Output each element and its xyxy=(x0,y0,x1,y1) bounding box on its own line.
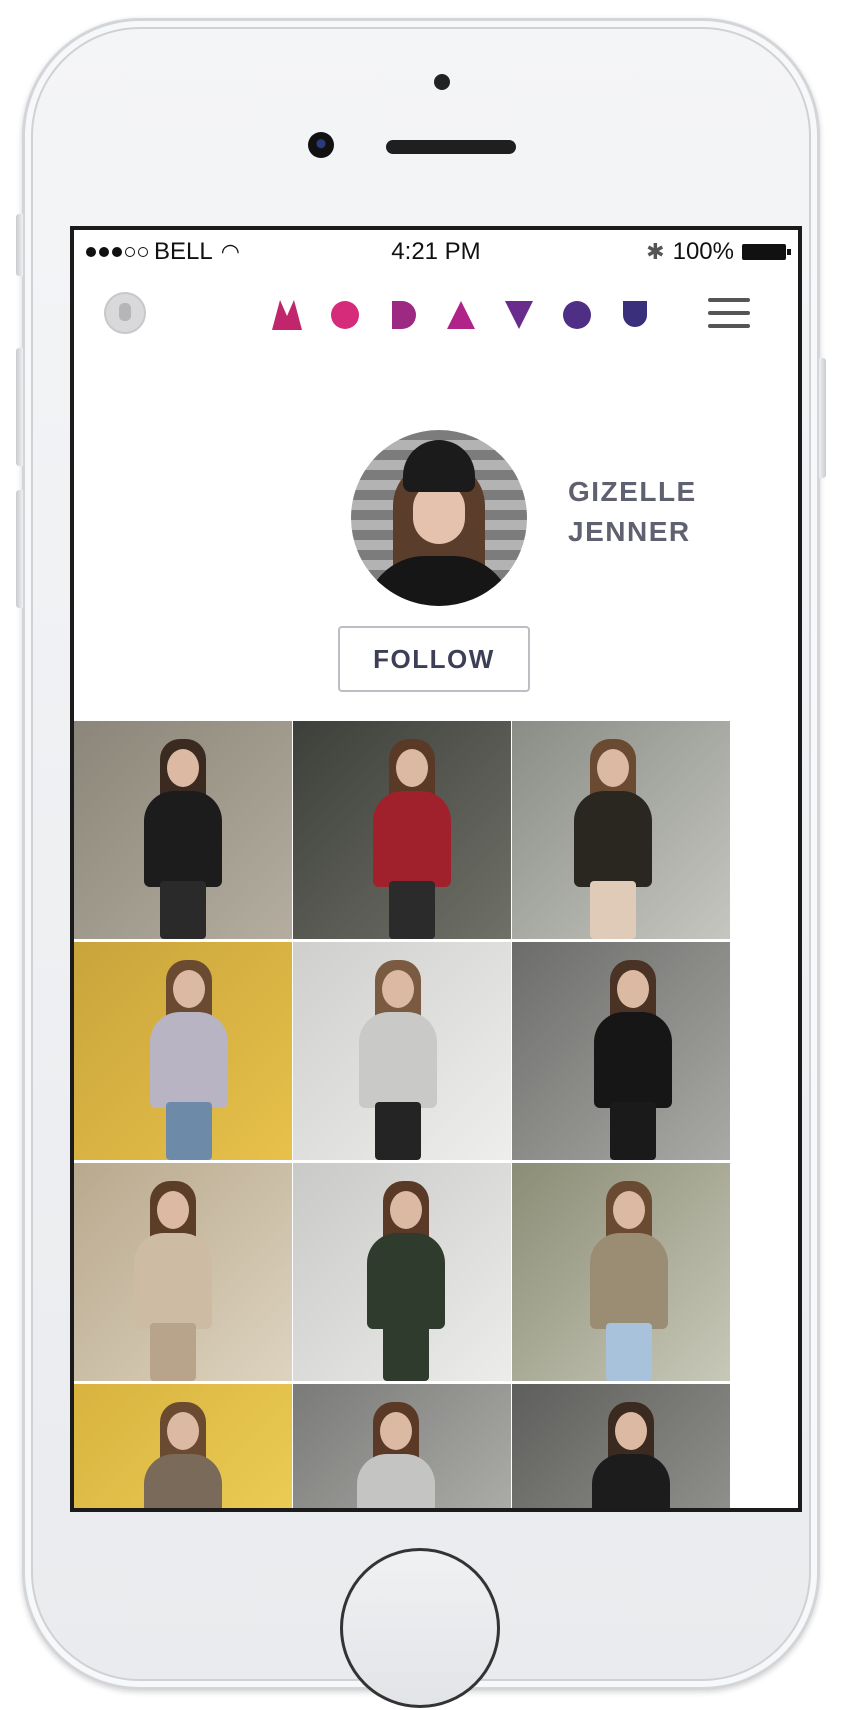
photo-figure xyxy=(357,1454,435,1508)
volume-up-button xyxy=(16,348,23,466)
mute-switch xyxy=(16,214,23,276)
photo-figure xyxy=(617,970,649,1008)
photo-figure xyxy=(375,1102,421,1160)
photo-figure xyxy=(606,1323,652,1381)
photo-figure xyxy=(373,791,451,887)
profile-header: GIZELLE JENNER FOLLOW xyxy=(74,356,798,721)
photo-figure xyxy=(594,1012,672,1108)
profile-name: GIZELLE JENNER xyxy=(568,472,728,552)
profile-avatar-button[interactable] xyxy=(104,292,146,334)
photo-figure xyxy=(383,1323,429,1381)
photo-figure xyxy=(173,970,205,1008)
photo-tile[interactable] xyxy=(293,1384,511,1508)
photo-figure xyxy=(590,881,636,939)
status-bar: BELL ◠ 4:21 PM ✱ 100% xyxy=(74,230,798,272)
photo-figure xyxy=(134,1233,212,1329)
photo-tile[interactable] xyxy=(293,721,511,939)
photo-figure xyxy=(590,1233,668,1329)
photo-figure xyxy=(144,791,222,887)
photo-figure xyxy=(610,1102,656,1160)
logo-glyph-u xyxy=(623,301,647,327)
proximity-sensor xyxy=(434,74,450,90)
logo-glyph-o2 xyxy=(563,301,591,329)
photo-figure xyxy=(166,1102,212,1160)
battery-icon xyxy=(742,244,791,260)
home-button[interactable] xyxy=(340,1548,500,1708)
photo-figure xyxy=(367,1233,445,1329)
phone-screen: BELL ◠ 4:21 PM ✱ 100% GIZELLE JENNER FOL… xyxy=(70,226,802,1512)
photo-figure xyxy=(382,970,414,1008)
photo-tile[interactable] xyxy=(293,942,511,1160)
photo-figure xyxy=(389,881,435,939)
power-button xyxy=(819,358,826,478)
battery-percent: 100% xyxy=(672,238,734,265)
photo-figure xyxy=(592,1454,670,1508)
photo-tile[interactable] xyxy=(74,1384,292,1508)
photo-figure xyxy=(597,749,629,787)
photo-tile[interactable] xyxy=(74,942,292,1160)
profile-last-name: JENNER xyxy=(568,516,691,547)
photo-tile[interactable] xyxy=(293,1163,511,1381)
status-right: ✱ 100% xyxy=(646,238,791,266)
logo-glyph-m xyxy=(272,300,302,330)
photo-figure xyxy=(396,749,428,787)
logo-glyph-o xyxy=(331,301,359,329)
photo-figure xyxy=(160,881,206,939)
photo-figure xyxy=(150,1323,196,1381)
earpiece-speaker xyxy=(386,140,516,154)
photo-figure xyxy=(157,1191,189,1229)
photo-tile[interactable] xyxy=(74,1163,292,1381)
photo-figure xyxy=(167,1412,199,1450)
profile-photo xyxy=(351,430,527,606)
bluetooth-icon: ✱ xyxy=(646,239,665,264)
photo-figure xyxy=(167,749,199,787)
photo-figure xyxy=(380,1412,412,1450)
photo-figure xyxy=(613,1191,645,1229)
photo-tile[interactable] xyxy=(512,1163,730,1381)
photo-tile[interactable] xyxy=(512,942,730,1160)
photo-figure xyxy=(615,1412,647,1450)
follow-button[interactable]: FOLLOW xyxy=(338,626,530,692)
logo-glyph-d xyxy=(392,301,416,329)
photo-figure xyxy=(359,1012,437,1108)
photo-figure xyxy=(150,1012,228,1108)
volume-down-button xyxy=(16,490,23,608)
logo-glyph-a xyxy=(447,301,475,329)
front-camera xyxy=(308,132,334,158)
photo-figure xyxy=(574,791,652,887)
modavou-logo[interactable] xyxy=(272,300,650,330)
app-header xyxy=(74,272,798,357)
profile-first-name: GIZELLE xyxy=(568,476,697,507)
hamburger-menu-icon[interactable] xyxy=(708,298,750,328)
photo-figure xyxy=(144,1454,222,1508)
logo-glyph-v xyxy=(505,301,533,329)
photo-figure xyxy=(390,1191,422,1229)
photo-tile[interactable] xyxy=(74,721,292,939)
photo-grid xyxy=(74,721,798,1508)
photo-tile[interactable] xyxy=(512,1384,730,1508)
photo-tile[interactable] xyxy=(512,721,730,939)
